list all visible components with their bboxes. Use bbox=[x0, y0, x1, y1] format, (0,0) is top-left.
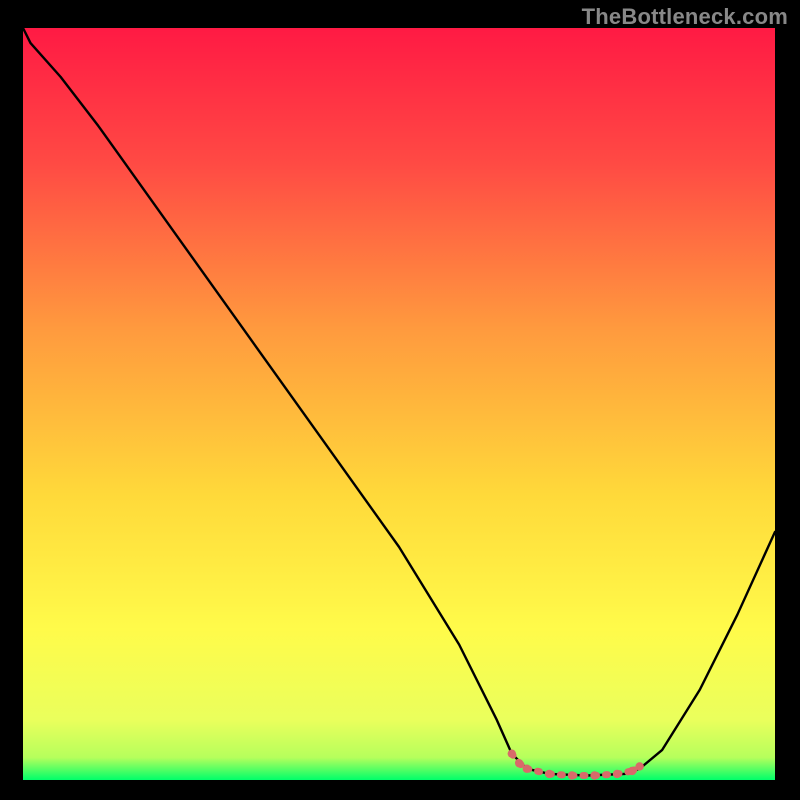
plot-frame bbox=[23, 28, 775, 780]
watermark-text: TheBottleneck.com bbox=[582, 4, 788, 30]
chart-curves bbox=[23, 28, 775, 780]
chart-container: TheBottleneck.com bbox=[0, 0, 800, 800]
bottleneck-curve-path bbox=[23, 28, 775, 775]
